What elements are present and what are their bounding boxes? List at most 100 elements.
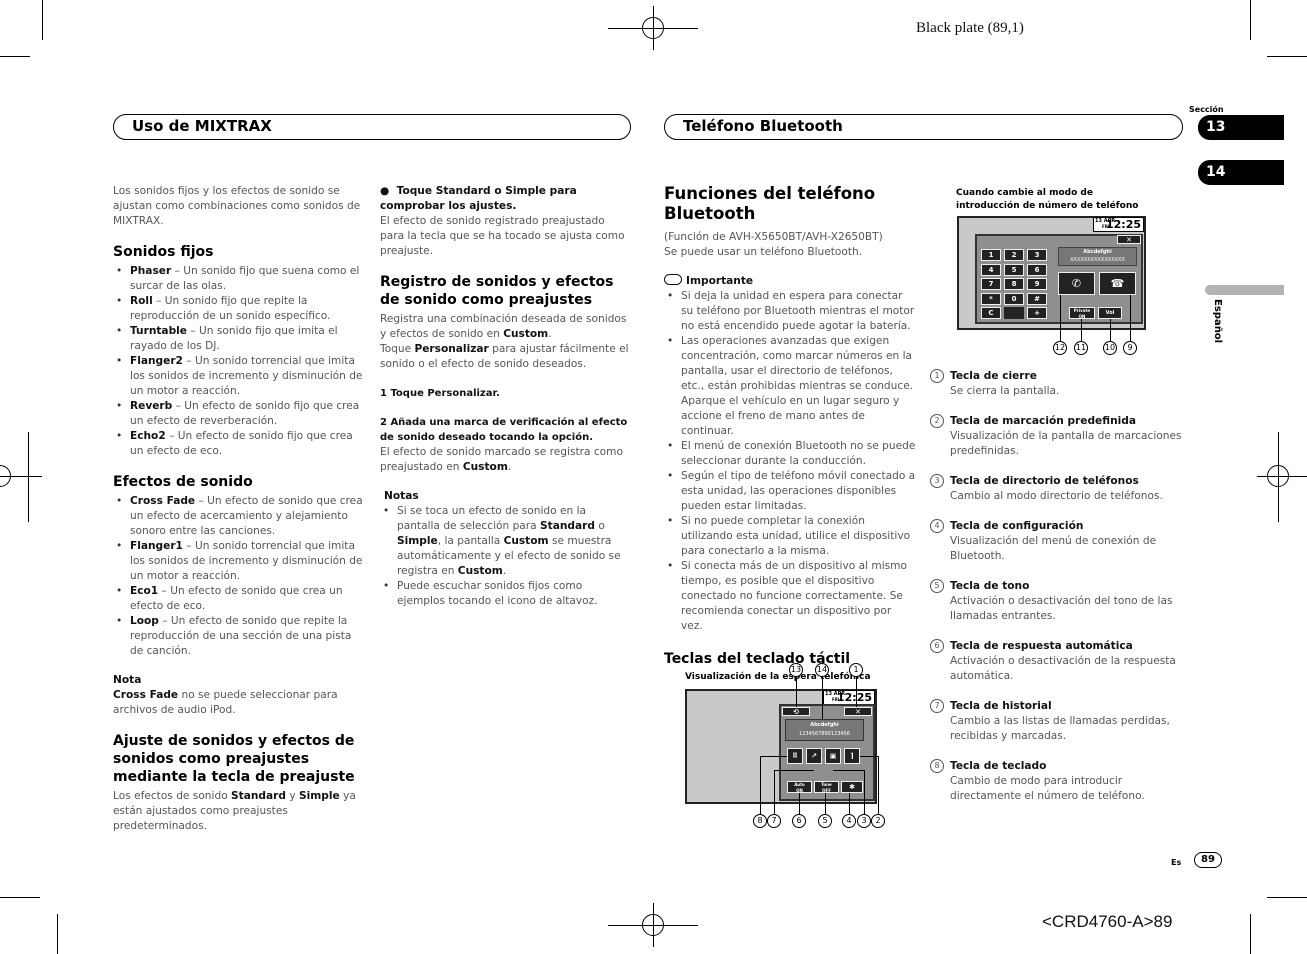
- circled-number: 6: [930, 639, 944, 653]
- fixed-sounds-list: Phaser – Un sonido fijo que suena como e…: [113, 264, 365, 459]
- key-description-title: 5 Tecla de tono: [930, 579, 1185, 594]
- callout-11: 11: [1074, 341, 1088, 355]
- key-descriptions: 1 Tecla de cierre Se cierra la pantalla. 2 T…: [930, 369, 1185, 819]
- important-list: Si deja la unidad en espera para conecta…: [664, 289, 916, 634]
- key-description-text: Cambio de modo para introducir directame…: [950, 775, 1145, 802]
- contact-display: Abcdefghi 1234567890123456: [785, 719, 864, 741]
- list-item: El menú de conexión Bluetooth no se pued…: [664, 439, 916, 469]
- list-item: Phaser – Un sonido fijo que suena como e…: [113, 264, 365, 294]
- check-step-text: El efecto de sonido registrado preajusta…: [380, 215, 625, 257]
- dialpad-key[interactable]: +: [1027, 307, 1047, 319]
- dialpad-key[interactable]: 3: [1027, 249, 1047, 261]
- keypad-button[interactable]: ⠿: [787, 748, 803, 764]
- auto-answer-button[interactable]: Auto ON: [787, 781, 812, 793]
- callout-8: 8: [753, 814, 767, 828]
- call-button[interactable]: ✆: [1058, 272, 1095, 295]
- list-item: Cross Fade – Un efecto de sonido que cre…: [113, 494, 365, 539]
- contact-display: Abcdefghi XXXXXXXXXXXXXXXX: [1058, 247, 1137, 266]
- language-code: Es: [1171, 858, 1182, 867]
- notes-list: Si se toca un efecto de sonido en la pan…: [380, 504, 632, 609]
- list-item: Según el tipo de teléfono móvil conectad…: [664, 469, 916, 514]
- key-description-item: 6 Tecla de respuesta automática Activación…: [930, 639, 1185, 684]
- key-description-text: Cambio al modo directorio de teléfonos.: [950, 490, 1163, 502]
- heading-register: Registro de sonidos y efectos de sonido …: [380, 274, 614, 308]
- key-description-item: 2 Tecla de marcación predefinida Visualiza…: [930, 414, 1185, 459]
- intro-text: Los sonidos fijos y los efectos de sonid…: [113, 185, 361, 227]
- close-button[interactable]: ✕: [1117, 235, 1141, 244]
- key-description-item: 3 Tecla de directorio de teléfonos Cambio …: [930, 474, 1185, 504]
- dialpad-blank: [1004, 307, 1024, 319]
- dialpad-key[interactable]: 4: [981, 263, 1001, 276]
- preset-text: Los efectos de sonido Standard y Simple …: [113, 790, 356, 832]
- dialpad-key[interactable]: *: [981, 292, 1001, 305]
- key-description-item: 7 Tecla de historial Cambio a las listas d…: [930, 699, 1185, 744]
- key-description-text: Cambio a las listas de llamadas perdidas…: [950, 715, 1170, 742]
- sound-effects-list: Cross Fade – Un efecto de sonido que cre…: [113, 494, 365, 659]
- dial-caption: Cuando cambie al modo de introducción de…: [956, 188, 1139, 211]
- list-item: Si conecta más de un dispositivo al mism…: [664, 559, 916, 634]
- dialpad-key[interactable]: 0: [1004, 292, 1024, 305]
- volume-button[interactable]: Vol: [1098, 307, 1122, 319]
- callout-13: 13: [789, 663, 803, 677]
- preset-dial-button[interactable]: ⌉: [844, 748, 860, 764]
- bluetooth-connection-button[interactable]: ⟲: [782, 707, 810, 716]
- models-text: (Función de AVH-X5650BT/AVH-X2650BT): [664, 231, 883, 243]
- callout-12: 12: [1053, 341, 1067, 355]
- key-description-text: Visualización de la pantalla de marcacio…: [950, 430, 1182, 457]
- settings-button[interactable]: ✱: [841, 781, 863, 793]
- section-tab-13[interactable]: 13: [1198, 115, 1284, 140]
- page-number: 89: [1194, 852, 1222, 868]
- note-heading: Nota: [113, 674, 142, 686]
- clock: 13 APR FRI 12:25: [823, 690, 875, 705]
- key-description-text: Visualización del menú de conexión de Bl…: [950, 535, 1157, 562]
- callout-7: 7: [767, 814, 781, 828]
- key-description-text: Activación o desactivación del tono de l…: [950, 595, 1173, 622]
- callout-6: 6: [792, 814, 806, 828]
- callout-4: 4: [842, 814, 856, 828]
- ring-tone-button[interactable]: Tone OFF: [814, 781, 839, 793]
- section-tab-14[interactable]: 14: [1198, 160, 1284, 185]
- dialpad-key[interactable]: 1: [981, 249, 1001, 261]
- callout-2: 2: [871, 814, 885, 828]
- circled-number: 4: [930, 519, 944, 533]
- key-description-title: 2 Tecla de marcación predefinida: [930, 414, 1185, 429]
- list-item: Eco1 – Un efecto de sonido que crea un e…: [113, 584, 365, 614]
- register-text-2: Toque Personalizar para ajustar fácilmen…: [380, 343, 629, 370]
- heading-preset: Ajuste de sonidos y efectos de sonidos c…: [113, 733, 355, 785]
- crop-mark: [0, 897, 40, 898]
- dialpad-key[interactable]: 9: [1027, 278, 1047, 290]
- phonebook-button[interactable]: ▣: [825, 748, 841, 764]
- note-text: Cross Fade no se puede seleccionar para …: [113, 689, 338, 716]
- hang-up-button[interactable]: ☎: [1099, 272, 1136, 295]
- callout-10: 10: [1103, 341, 1117, 355]
- key-description-title: 4 Tecla de configuración: [930, 519, 1185, 534]
- dialpad-key[interactable]: 5: [1004, 263, 1024, 276]
- dialpad-key[interactable]: C: [981, 307, 1001, 319]
- language-tab: [1205, 285, 1284, 295]
- private-mode-button[interactable]: Private ON: [1069, 307, 1095, 319]
- key-description-text: Activación o desactivación de la respues…: [950, 655, 1176, 682]
- step-1: 1 Toque Personalizar.: [380, 388, 500, 399]
- callout-5: 5: [818, 814, 832, 828]
- list-item: Loop – Un efecto de sonido que repite la…: [113, 614, 365, 659]
- dialpad-key[interactable]: 2: [1004, 249, 1024, 261]
- list-item: Flanger2 – Un sonido torrencial que imit…: [113, 354, 365, 399]
- heading-bluetooth-functions: Funciones del teléfono Bluetooth: [664, 184, 876, 223]
- crop-mark: [1267, 897, 1307, 898]
- dialpad-key[interactable]: 6: [1027, 263, 1047, 276]
- key-description-item: 8 Tecla de teclado Cambio de modo para int…: [930, 759, 1185, 804]
- dialpad-key[interactable]: #: [1027, 292, 1047, 305]
- close-button[interactable]: ✕: [844, 707, 872, 716]
- crop-mark: [1267, 56, 1307, 57]
- dialpad-key[interactable]: 8: [1004, 278, 1024, 290]
- column-mixtrax-1: Los sonidos fijos y los efectos de sonid…: [113, 184, 365, 834]
- plate-label: Black plate (89,1): [916, 20, 1024, 36]
- step-2-text: El efecto de sonido marcado se registra …: [380, 446, 623, 473]
- list-item: Roll – Un sonido fijo que repite la repr…: [113, 294, 365, 324]
- column-mixtrax-2: ● Toque Standard o Simple para comprobar…: [380, 184, 632, 609]
- key-description-title: 6 Tecla de respuesta automática: [930, 639, 1185, 654]
- check-step-heading: ● Toque Standard o Simple para comprobar…: [380, 185, 577, 212]
- dialpad-key[interactable]: 7: [981, 278, 1001, 290]
- history-button[interactable]: ↗: [806, 748, 822, 764]
- key-description-title: 3 Tecla de directorio de teléfonos: [930, 474, 1185, 489]
